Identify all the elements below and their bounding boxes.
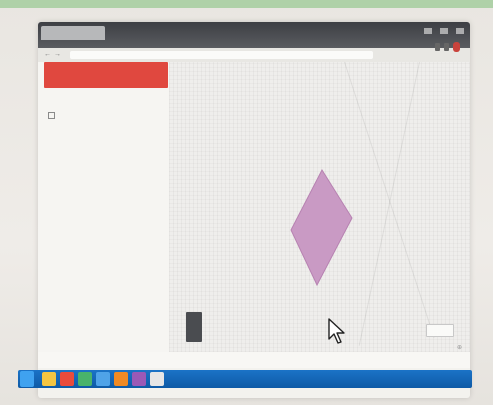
maximize-icon[interactable] bbox=[440, 28, 448, 34]
profile-icon[interactable] bbox=[453, 42, 460, 52]
checkbox-icon[interactable] bbox=[48, 112, 55, 119]
browser-tab[interactable] bbox=[41, 26, 105, 40]
thumbnail-preview[interactable] bbox=[186, 312, 202, 342]
app-icon[interactable] bbox=[150, 372, 164, 386]
back-arrow-icon[interactable]: ← bbox=[44, 51, 51, 58]
minimize-icon[interactable] bbox=[424, 28, 432, 34]
close-icon[interactable] bbox=[456, 28, 464, 34]
file-explorer-icon[interactable] bbox=[42, 372, 56, 386]
taskbar bbox=[18, 370, 472, 388]
tree-item[interactable] bbox=[48, 112, 59, 119]
monitor-screen: ← → ⊕ bbox=[38, 22, 470, 398]
browser-title-bar bbox=[38, 22, 470, 48]
app-icon[interactable] bbox=[78, 372, 92, 386]
forward-arrow-icon[interactable]: → bbox=[54, 51, 61, 58]
zoom-button[interactable] bbox=[426, 324, 454, 337]
bottom-strip bbox=[38, 352, 470, 368]
app-icon[interactable] bbox=[96, 372, 110, 386]
panel-header-button[interactable] bbox=[44, 62, 168, 88]
drawing-canvas[interactable] bbox=[169, 61, 470, 352]
menu-icon[interactable] bbox=[435, 43, 440, 51]
left-panel bbox=[38, 62, 169, 352]
top-edge-strip bbox=[0, 0, 493, 8]
app-icon[interactable] bbox=[132, 372, 146, 386]
app-icon[interactable] bbox=[114, 372, 128, 386]
url-input[interactable] bbox=[70, 51, 373, 59]
menu-icon[interactable] bbox=[444, 43, 449, 51]
shape-layer bbox=[290, 168, 353, 287]
start-icon[interactable] bbox=[20, 371, 34, 387]
window-controls bbox=[424, 28, 464, 34]
mouse-cursor-icon bbox=[328, 318, 345, 344]
extension-icons bbox=[435, 42, 460, 52]
rhombus-shape[interactable] bbox=[290, 168, 353, 287]
address-bar: ← → bbox=[38, 48, 470, 62]
browser-icon[interactable] bbox=[60, 372, 74, 386]
zoom-icon[interactable]: ⊕ bbox=[457, 344, 462, 351]
